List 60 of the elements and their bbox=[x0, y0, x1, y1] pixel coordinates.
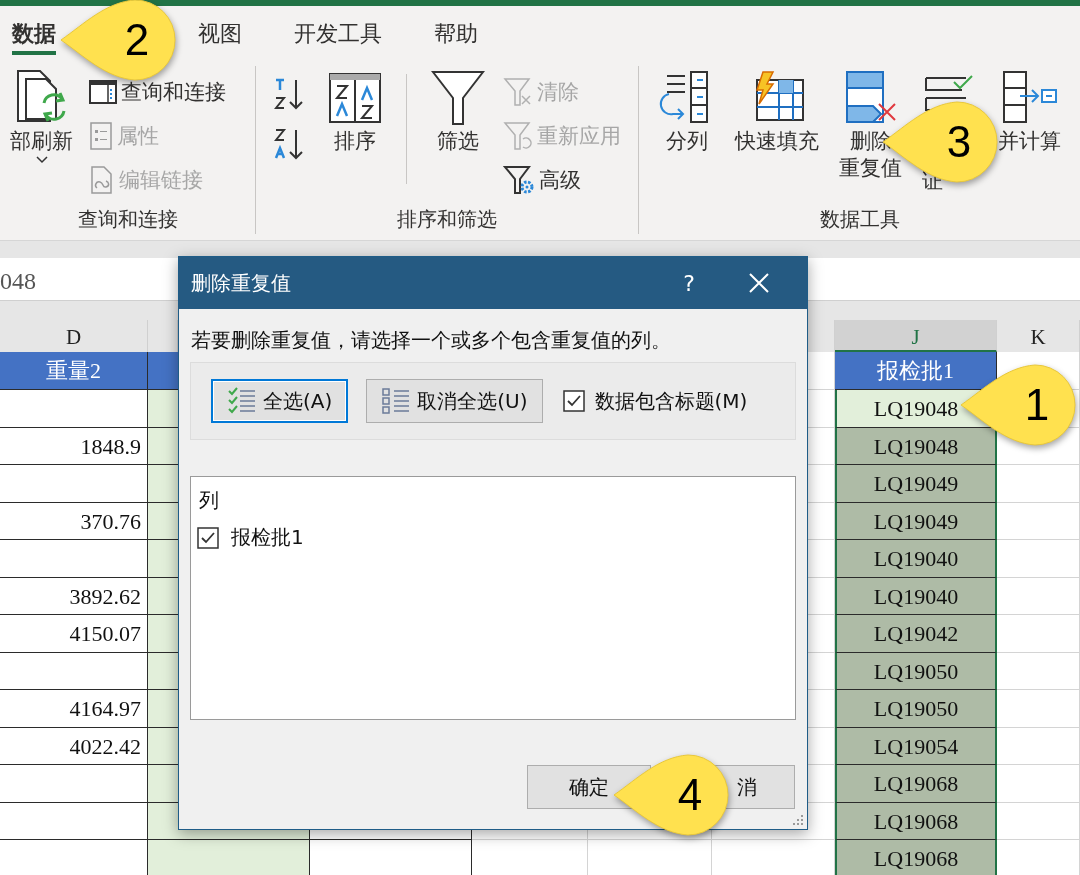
ribbon-button[interactable]: 排序 bbox=[322, 66, 388, 155]
select-button[interactable]: 取消全选(U) bbox=[366, 379, 543, 423]
table-cell: LQ19054 bbox=[835, 727, 997, 765]
ribbon-button[interactable]: 筛选 bbox=[425, 66, 491, 155]
ribbon-button[interactable]: 并计算 bbox=[992, 66, 1067, 155]
column-header[interactable]: K bbox=[997, 320, 1080, 352]
list-item[interactable]: 报检批1 bbox=[231, 524, 304, 551]
ribbon-tab[interactable]: 数据 bbox=[12, 15, 56, 55]
select-button[interactable]: 全选(A) bbox=[211, 379, 349, 423]
ribbon-button: 清除 bbox=[499, 72, 625, 112]
ribbon-button: 重新应用 bbox=[499, 116, 625, 156]
ribbon-button[interactable]: 分列 bbox=[653, 66, 721, 155]
ribbon-tab[interactable]: 帮助 bbox=[434, 15, 478, 55]
column-header[interactable]: D bbox=[0, 320, 148, 352]
checklist-icon bbox=[227, 387, 257, 415]
table-cell: LQ19050 bbox=[835, 652, 997, 690]
list-icon bbox=[381, 387, 412, 415]
ribbon-button[interactable]: 高级 bbox=[499, 160, 625, 200]
checkbox[interactable] bbox=[197, 526, 219, 549]
formula-text: 048 bbox=[0, 267, 36, 296]
sort-ascending-icon[interactable] bbox=[274, 76, 306, 112]
ribbon-button: 编辑链接 bbox=[85, 160, 230, 200]
ribbon-tab[interactable]: 视图 bbox=[198, 15, 242, 55]
column-header[interactable]: J bbox=[835, 320, 997, 352]
table-cell: LQ19048 bbox=[835, 427, 997, 465]
funnel-icon bbox=[431, 70, 485, 126]
header-cell: 重量2 bbox=[0, 352, 148, 390]
funnel-icon bbox=[503, 121, 533, 151]
table-cell: LQ19068 bbox=[835, 840, 997, 875]
checkbox-label[interactable]: 数据包含标题(M) bbox=[594, 387, 748, 415]
instruction-text: 若要删除重复值，请选择一个或多个包含重复值的列。 bbox=[191, 327, 671, 354]
table-cell: LQ19068 bbox=[835, 802, 997, 840]
group-label: 排序和筛选 bbox=[396, 206, 498, 233]
ribbon-button[interactable]: 快速填充 bbox=[729, 66, 825, 155]
table-cell: LQ19049 bbox=[835, 502, 997, 540]
list-header: 列 bbox=[199, 487, 220, 514]
checkbox[interactable] bbox=[562, 390, 585, 412]
ribbon-tab[interactable]: 开发工具 bbox=[294, 15, 382, 55]
table-cell: LQ19068 bbox=[835, 765, 997, 803]
link-icon bbox=[89, 166, 115, 194]
table-cell: LQ19042 bbox=[835, 615, 997, 653]
table-cell: LQ19050 bbox=[835, 690, 997, 728]
list-icon bbox=[89, 122, 113, 150]
group-label: 查询和连接 bbox=[76, 206, 179, 233]
ribbon-button: 属性 bbox=[85, 116, 230, 156]
close-icon bbox=[749, 273, 769, 293]
group-label: 数据工具 bbox=[818, 206, 901, 233]
header-cell: 报检批1 bbox=[835, 352, 997, 390]
table-cell: LQ19040 bbox=[835, 577, 997, 615]
consolidate-icon bbox=[1001, 70, 1058, 126]
funnel-icon bbox=[503, 77, 533, 107]
dialog-title: 删除重复值 bbox=[191, 269, 292, 297]
table-cell: LQ19049 bbox=[835, 465, 997, 503]
resize-grip-icon bbox=[792, 814, 804, 826]
help-button[interactable]: ? bbox=[649, 269, 729, 297]
table-cell: LQ19040 bbox=[835, 540, 997, 578]
panel-icon bbox=[89, 80, 117, 104]
funnel-gear-icon bbox=[503, 165, 535, 195]
sort-descending-icon[interactable] bbox=[274, 126, 306, 162]
sort-icon bbox=[328, 72, 382, 124]
